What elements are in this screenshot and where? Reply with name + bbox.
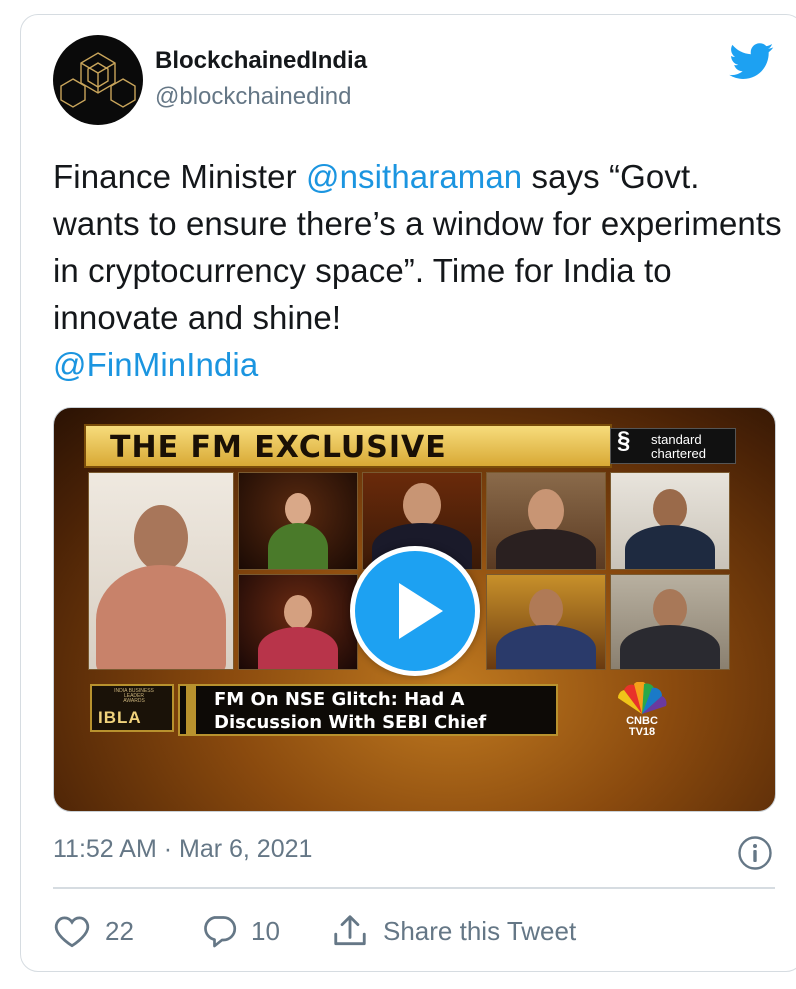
person-head [528,489,564,533]
mention-link[interactable]: @nsitharaman [306,158,522,195]
like-count: 22 [105,915,134,946]
ticker-line: Discussion With SEBI Chief [214,712,487,733]
person-body [496,529,596,569]
video-panel-main [88,472,234,670]
channel-logo: CNBC TV18 [610,681,674,742]
ticker-line: FM On NSE Glitch: Had A [214,689,465,710]
share-button[interactable]: Share this Tweet [331,911,576,951]
channel-name: TV18 [628,726,656,738]
play-button[interactable] [350,546,480,676]
show-banner: THE FM EXCLUSIVE [84,424,612,468]
reply-count: 10 [251,915,280,946]
user-handle[interactable]: @blockchainedind [155,83,352,111]
news-ticker: FM On NSE Glitch: Had A Discussion With … [178,684,558,736]
person-body [96,565,226,669]
mention-link[interactable]: @FinMinIndia [53,346,258,383]
sponsor-line: chartered [651,446,706,461]
video-panel [486,472,606,570]
tweet-text: Finance Minister @nsitharaman says “Govt… [53,153,783,388]
person-head [403,483,441,527]
person-body [496,625,596,669]
info-icon[interactable] [737,835,773,871]
award-name: IBLA [98,708,142,727]
divider [53,887,775,889]
video-panel [238,574,358,670]
tweet-card[interactable]: BlockchainedIndia @blockchainedind Finan… [20,14,796,972]
video-panel [610,472,730,570]
video-panel [486,574,606,670]
ticker-headline: FM On NSE Glitch: Had A Discussion With … [214,688,486,734]
award-subtitle: INDIA BUSINESS LEADER AWARDS [114,688,154,704]
avatar[interactable] [53,35,143,125]
person-head [529,589,563,629]
display-name[interactable]: BlockchainedIndia [155,47,367,75]
person-head [653,489,687,529]
twitter-bird-icon[interactable] [727,39,777,83]
person-head [134,505,188,571]
banner-title: THE FM EXCLUSIVE [110,430,447,465]
reply-button[interactable]: 10 [201,911,280,951]
person-body [620,625,720,669]
like-button[interactable]: 22 [53,911,134,951]
person-body [625,525,715,569]
heart-icon [54,916,90,948]
share-icon [334,915,366,946]
video-thumbnail[interactable]: THE FM EXCLUSIVE § standard chartered IN… [53,407,776,812]
person-head [285,493,311,525]
blockchain-logo-icon [60,52,136,108]
award-logo: INDIA BUSINESS LEADER AWARDS IBLA [90,684,174,732]
person-body [268,523,328,569]
video-panel [610,574,730,670]
person-head [284,595,312,629]
person-head [653,589,687,629]
peacock-icon [617,681,667,714]
video-panel [238,472,358,570]
play-icon [399,583,443,639]
person-body [258,627,338,669]
sponsor-line: standard [651,432,702,447]
share-label: Share this Tweet [383,915,577,946]
sponsor-mark-icon: § [617,427,631,454]
reply-icon [204,916,237,948]
sponsor-logo: § standard chartered [610,428,736,464]
tweet-text-part: Finance Minister [53,158,306,195]
ticker-accent [186,686,196,734]
tweet-timestamp[interactable]: 11:52 AM · Mar 6, 2021 [53,835,312,864]
